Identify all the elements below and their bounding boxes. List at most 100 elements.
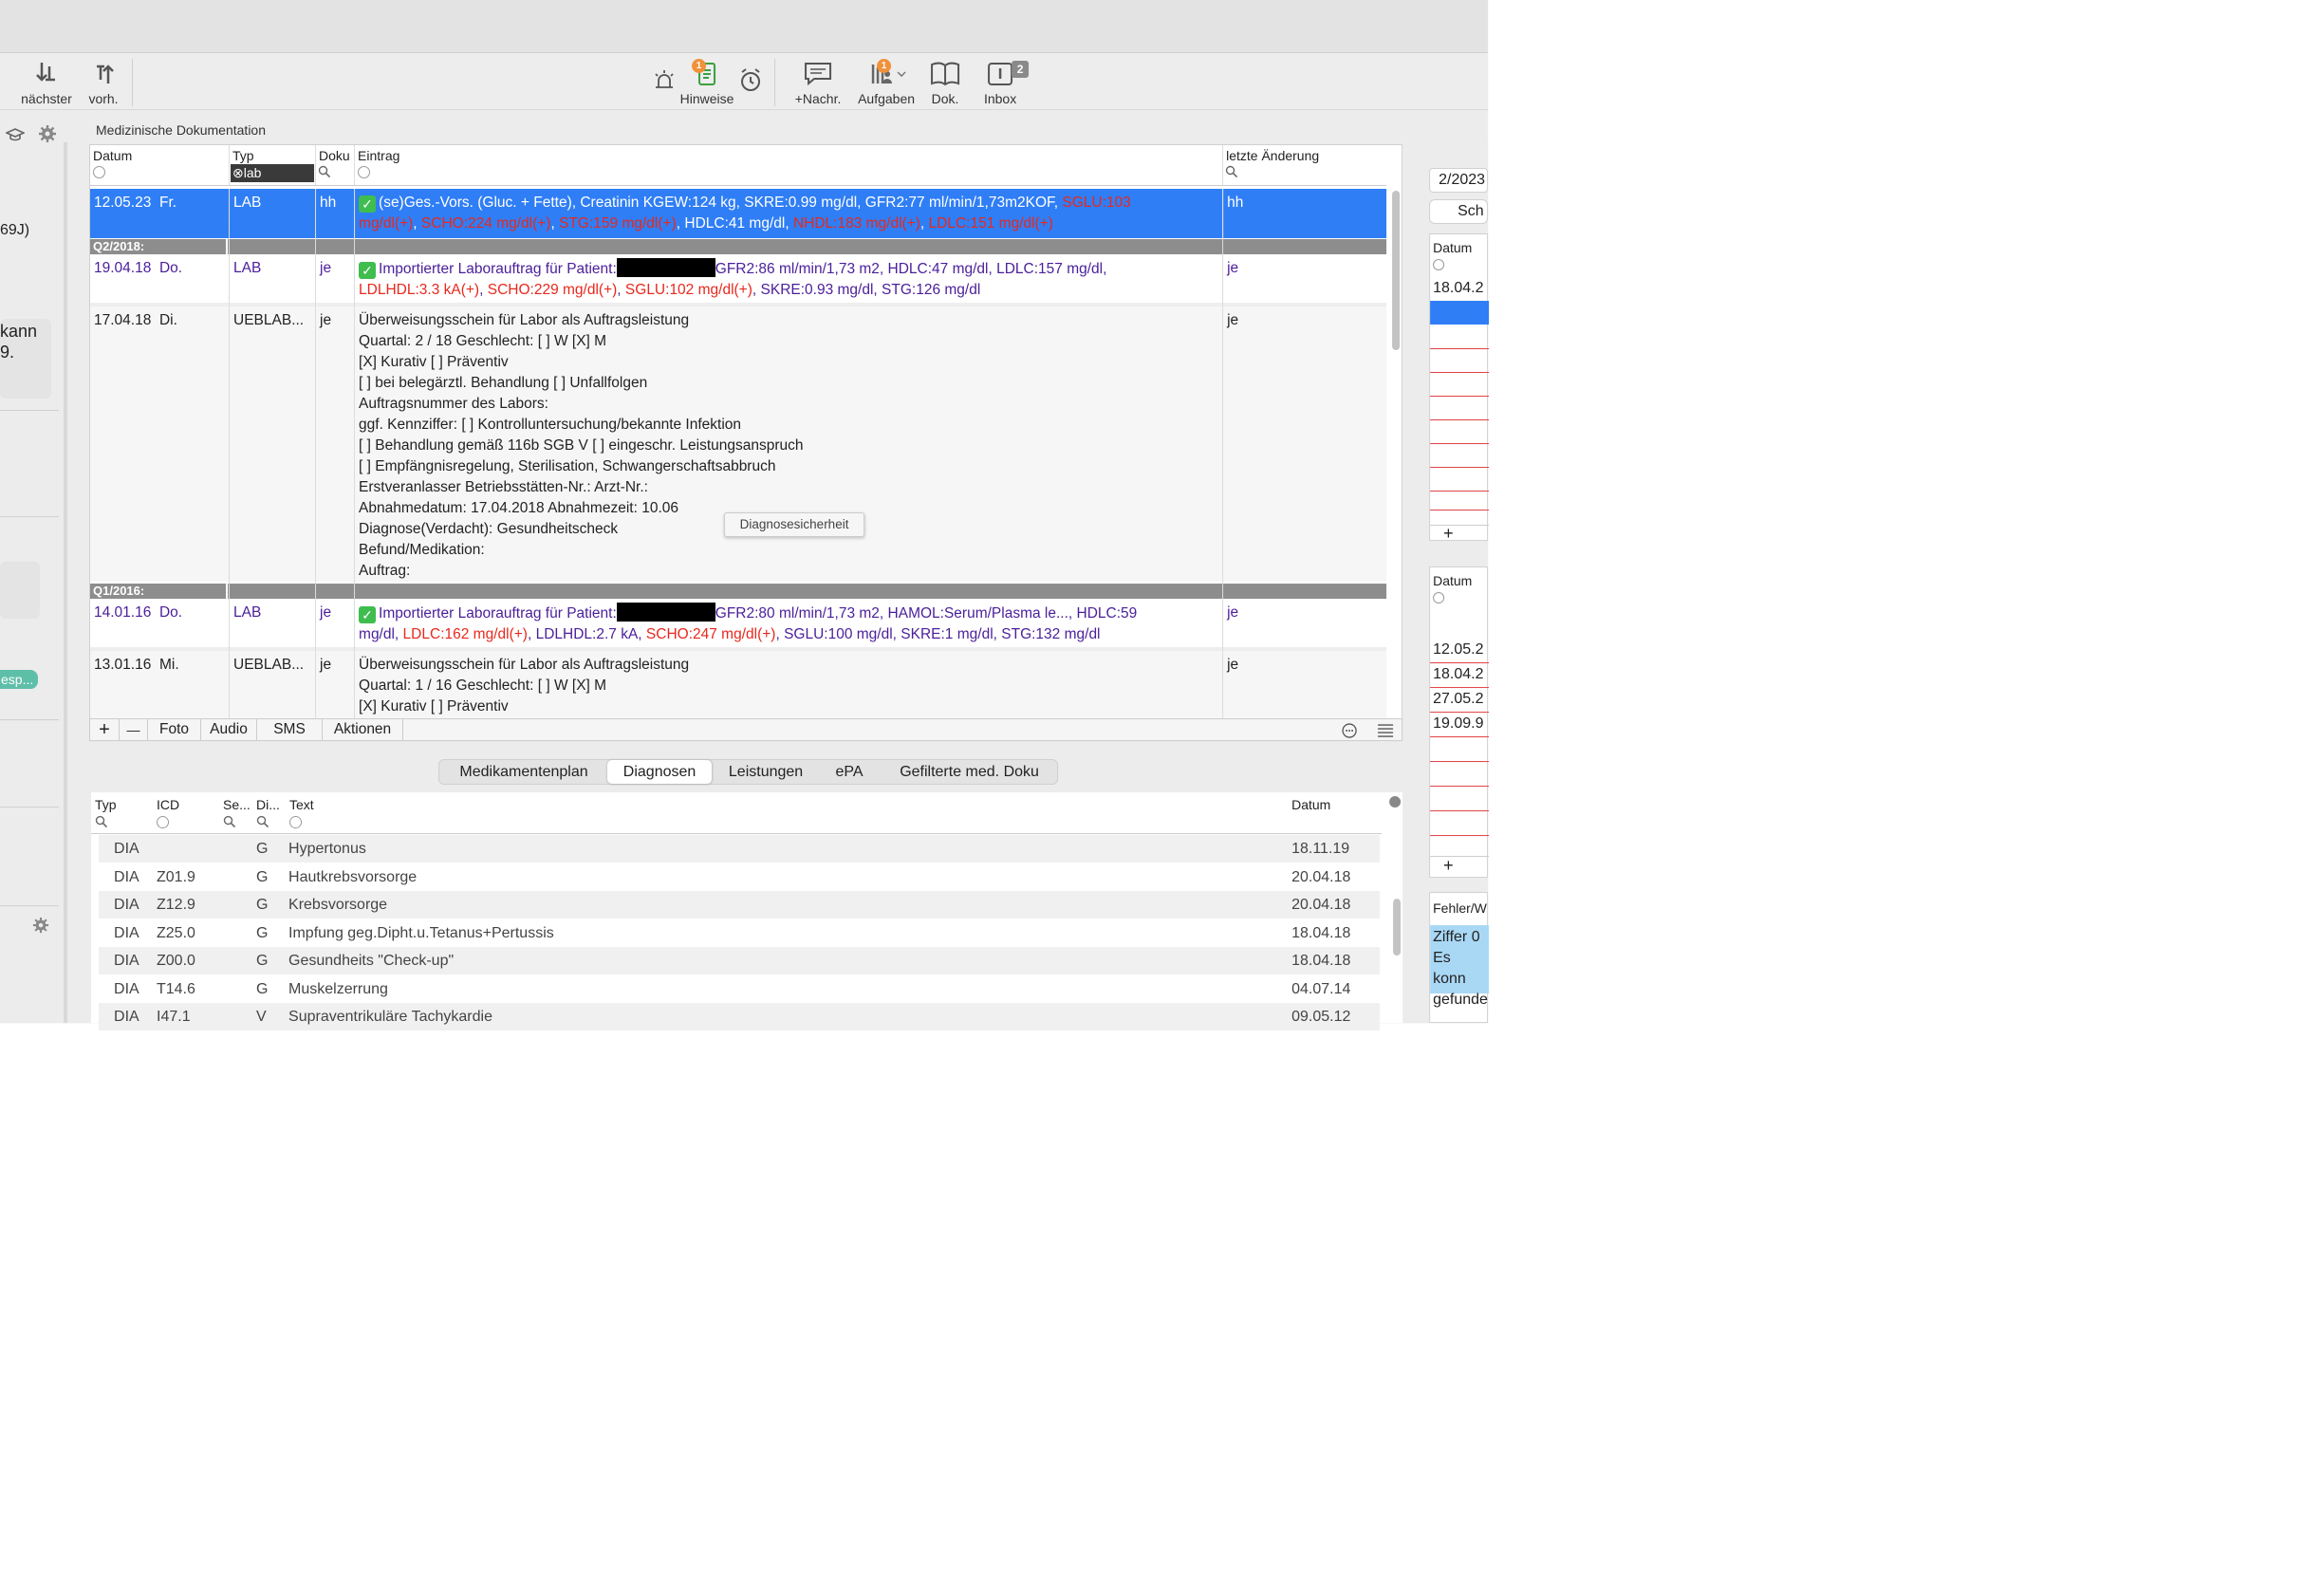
row-type: LAB <box>233 260 262 277</box>
col-entry[interactable]: Eintrag <box>355 145 1224 186</box>
row-last-change: je <box>1227 260 1239 277</box>
row-date: 19.04.18 <box>94 260 152 277</box>
tab-medikamentenplan[interactable]: Medikamentenplan <box>441 760 606 784</box>
search-icon[interactable] <box>95 815 108 828</box>
sms-button[interactable]: SMS <box>257 719 324 741</box>
type-filter-field[interactable]: ⊗lab <box>231 164 315 183</box>
diagnosis-row[interactable]: DIA Z25.0 G Impfung geg.Dipht.u.Tetanus+Per… <box>99 919 1380 947</box>
search-icon[interactable] <box>223 815 236 828</box>
arrow-up-bar-icon <box>97 65 114 84</box>
foto-button[interactable]: Foto <box>148 719 202 741</box>
hints-badge: 1 <box>692 59 707 74</box>
lab-value: GFR2:86 ml/min/1,73 m2, HDLC:47 mg/dl, L… <box>715 261 1107 278</box>
inbox-button[interactable]: Inbox 2 <box>977 59 1030 106</box>
right-add-button-2[interactable]: + <box>1430 856 1490 875</box>
column-options-icon[interactable] <box>1389 796 1402 808</box>
clear-filter-icon[interactable]: ⊗ <box>232 165 244 180</box>
entry-line: [ ] bei belegärztl. Behandlung [ ] Unfal… <box>359 375 648 392</box>
checkmark-icon: ✓ <box>359 195 377 213</box>
list-view-icon[interactable] <box>1377 723 1394 738</box>
diag-col-se[interactable]: Se... <box>223 797 251 812</box>
diagnosis-row[interactable]: DIA Z12.9 G Krebsvorsorge 20.04.18 <box>99 891 1381 919</box>
doc-row[interactable]: 17.04.18 Di. UEBLAB... je Überweisungssc… <box>90 306 1387 583</box>
row-doku: je <box>320 260 332 277</box>
entry-line: ggf. Kennziffer: [ ] Kontrolluntersuchun… <box>359 417 742 434</box>
gear-icon[interactable] <box>38 124 57 143</box>
quarter-field[interactable]: 2/2023 <box>1429 168 1489 194</box>
col-last-change[interactable]: letzte Änderung <box>1223 145 1386 185</box>
tab-leistungen[interactable]: Leistungen <box>715 760 817 784</box>
entry-filter-toggle[interactable] <box>358 166 371 179</box>
diagnosis-row[interactable]: DIA Z01.9 G Hautkrebsvorsorge 20.04.18 <box>99 863 1380 891</box>
diagnosis-row[interactable]: DIA Z00.0 G Gesundheits "Check-up" 18.04.18 <box>99 947 1381 975</box>
lab-value-flag: LDLC:151 mg/dl(+) <box>928 215 1053 232</box>
age-fragment: 69J) <box>0 222 30 239</box>
doc-scrollbar[interactable] <box>1392 191 1401 351</box>
row-last-change: je <box>1227 604 1239 622</box>
diag-col-date[interactable]: Datum <box>1291 797 1330 812</box>
entry-line: Auftrag: <box>359 563 411 580</box>
diag-scrollbar[interactable] <box>1393 899 1402 956</box>
diag-col-di[interactable]: Di... <box>256 797 280 812</box>
doc-button[interactable]: Dok. <box>926 59 964 106</box>
audio-button[interactable]: Audio <box>201 719 258 741</box>
col-doku[interactable]: Doku <box>316 145 356 186</box>
tab-filtered-doku[interactable]: Gefilterte med. Doku <box>882 760 1057 784</box>
alarm-clock-button[interactable] <box>738 66 763 96</box>
left-card: kann 9. <box>0 319 52 399</box>
quarter-label: Q1/2016: <box>90 584 229 600</box>
row-date: 12.05.23 <box>94 195 152 212</box>
tasks-button[interactable]: Aufgaben 1 <box>854 59 919 106</box>
right-add-button[interactable]: + <box>1430 525 1490 542</box>
add-entry-button[interactable]: + <box>90 719 121 741</box>
diagnosis-row[interactable]: DIA T14.6 G Muskelzerrung 04.07.14 <box>99 975 1380 1003</box>
right-list-1: Datum 18.04.2 + <box>1429 233 1490 542</box>
gear-icon-bottom[interactable] <box>32 917 49 934</box>
entry-line: Quartal: 1 / 16 Geschlecht: [ ] W [X] M <box>359 677 607 695</box>
right-date: 18.04.2 <box>1433 280 1484 297</box>
diagnosis-row[interactable]: DIA G Hypertonus 18.11.19 <box>99 835 1381 863</box>
right-button[interactable]: Sch <box>1429 199 1489 225</box>
icd-filter-toggle[interactable] <box>157 816 170 829</box>
col-date[interactable]: Datum <box>90 145 231 186</box>
lab-value-flag: STG:159 mg/dl(+) <box>559 215 677 232</box>
lab-value-flag: SGLU:103 <box>1062 195 1131 212</box>
lab-value-flag: SCHO:247 mg/dl(+) <box>645 626 776 643</box>
next-button[interactable]: nächster <box>17 59 76 106</box>
right-panel: 2/2023 Sch Datum 18.04.2 + Datum 12.05.2… <box>1416 142 1490 1024</box>
entry-line: Erstveranlasser Betriebsstätten-Nr.: Arz… <box>359 479 648 496</box>
diag-col-text[interactable]: Text <box>289 797 314 812</box>
right-selected-row[interactable] <box>1430 301 1490 325</box>
more-options-icon[interactable] <box>1342 723 1357 738</box>
alarm-light-icon <box>655 70 674 88</box>
search-icon[interactable] <box>318 165 331 178</box>
diag-col-typ[interactable]: Typ <box>95 797 117 812</box>
doc-row-selected[interactable]: 12.05.23 Fr. LAB hh ✓ (se)Ges.-Vors. (Glu… <box>90 189 1387 239</box>
diagnosis-row[interactable]: DIA I47.1 V Supraventrikuläre Tachykardie 09… <box>99 1003 1381 1031</box>
status-chip[interactable]: esp... <box>0 670 39 690</box>
tab-epa[interactable]: ePA <box>819 760 880 784</box>
card-text-1: kann <box>0 322 38 342</box>
row-date: 13.01.16 <box>94 657 152 674</box>
doc-row[interactable]: 14.01.16 Do. LAB je ✓ Importierter Labora… <box>90 599 1386 646</box>
doc-row[interactable]: 19.04.18 Do. LAB je ✓ Importierter Labora… <box>90 254 1386 302</box>
remove-entry-button[interactable]: — <box>120 719 149 741</box>
hints-button[interactable]: Hinweise 1 <box>676 59 738 106</box>
search-icon[interactable] <box>1225 165 1238 178</box>
hints-label: Hinweise <box>679 91 734 107</box>
tab-diagnosen[interactable]: Diagnosen <box>607 760 713 785</box>
alarm-light-button[interactable] <box>651 66 678 96</box>
search-icon[interactable] <box>256 815 269 828</box>
text-filter-toggle[interactable] <box>289 816 303 829</box>
col-type[interactable]: Typ ⊗lab <box>230 145 317 186</box>
date-filter-toggle[interactable] <box>93 166 106 179</box>
new-message-button[interactable]: +Nachr. <box>791 59 845 106</box>
graduation-cap-icon[interactable] <box>6 127 26 142</box>
redaction <box>616 603 715 622</box>
diag-col-icd[interactable]: ICD <box>157 797 179 812</box>
prev-button[interactable]: vorh. <box>84 59 123 106</box>
row-day: Do. <box>158 604 183 622</box>
actions-button[interactable]: Aktionen <box>323 719 404 741</box>
doc-row[interactable]: 13.01.16 Mi. UEBLAB... je Überweisungssc… <box>90 651 1387 720</box>
entry-line: Auftragsnummer des Labors: <box>359 396 548 413</box>
